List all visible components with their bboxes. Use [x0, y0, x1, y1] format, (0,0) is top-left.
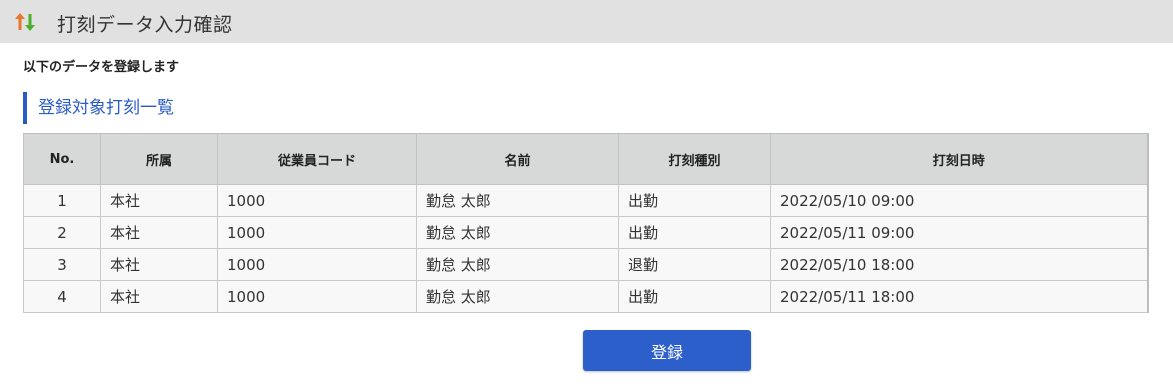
- page-header: 打刻データ入力確認: [0, 0, 1173, 43]
- column-header-punch-type: 打刻種別: [618, 133, 771, 185]
- cell-punch-datetime: 2022/05/10 09:00: [770, 184, 1149, 217]
- column-header-dept: 所属: [100, 133, 218, 185]
- register-button[interactable]: 登録: [583, 330, 751, 371]
- cell-name: 勤怠 太郎: [416, 216, 619, 249]
- records-table: No. 所属 従業員コード 名前 打刻種別 打刻日時 1 本社 1000 勤怠 …: [23, 133, 1149, 313]
- cell-dept: 本社: [100, 184, 218, 217]
- cell-punch-type: 退勤: [618, 248, 771, 281]
- column-header-employee-code: 従業員コード: [217, 133, 417, 185]
- cell-employee-code: 1000: [217, 216, 417, 249]
- cell-punch-datetime: 2022/05/11 09:00: [770, 216, 1149, 249]
- cell-dept: 本社: [100, 280, 218, 313]
- intro-text: 以下のデータを登録します: [23, 60, 180, 75]
- table-header-row: No. 所属 従業員コード 名前 打刻種別 打刻日時: [23, 133, 1149, 185]
- up-down-arrows-icon: [15, 13, 35, 31]
- table-row: 3 本社 1000 勤怠 太郎 退勤 2022/05/10 18:00: [23, 248, 1149, 281]
- column-header-punch-datetime: 打刻日時: [770, 133, 1149, 185]
- cell-employee-code: 1000: [217, 248, 417, 281]
- cell-dept: 本社: [100, 216, 218, 249]
- cell-name: 勤怠 太郎: [416, 280, 619, 313]
- cell-punch-type: 出勤: [618, 184, 771, 217]
- column-header-no: No.: [23, 133, 101, 185]
- cell-punch-datetime: 2022/05/11 18:00: [770, 280, 1149, 313]
- cell-punch-datetime: 2022/05/10 18:00: [770, 248, 1149, 281]
- cell-name: 勤怠 太郎: [416, 248, 619, 281]
- column-header-name: 名前: [416, 133, 619, 185]
- cell-dept: 本社: [100, 248, 218, 281]
- cell-employee-code: 1000: [217, 184, 417, 217]
- table-row: 2 本社 1000 勤怠 太郎 出勤 2022/05/11 09:00: [23, 216, 1149, 249]
- cell-no: 3: [23, 248, 101, 281]
- table-row: 1 本社 1000 勤怠 太郎 出勤 2022/05/10 09:00: [23, 184, 1149, 217]
- cell-no: 2: [23, 216, 101, 249]
- cell-name: 勤怠 太郎: [416, 184, 619, 217]
- cell-no: 4: [23, 280, 101, 313]
- section-title: 登録対象打刻一覧: [23, 92, 174, 124]
- cell-employee-code: 1000: [217, 280, 417, 313]
- page-title: 打刻データ入力確認: [57, 14, 233, 36]
- cell-no: 1: [23, 184, 101, 217]
- cell-punch-type: 出勤: [618, 216, 771, 249]
- table-row: 4 本社 1000 勤怠 太郎 出勤 2022/05/11 18:00: [23, 280, 1149, 313]
- cell-punch-type: 出勤: [618, 280, 771, 313]
